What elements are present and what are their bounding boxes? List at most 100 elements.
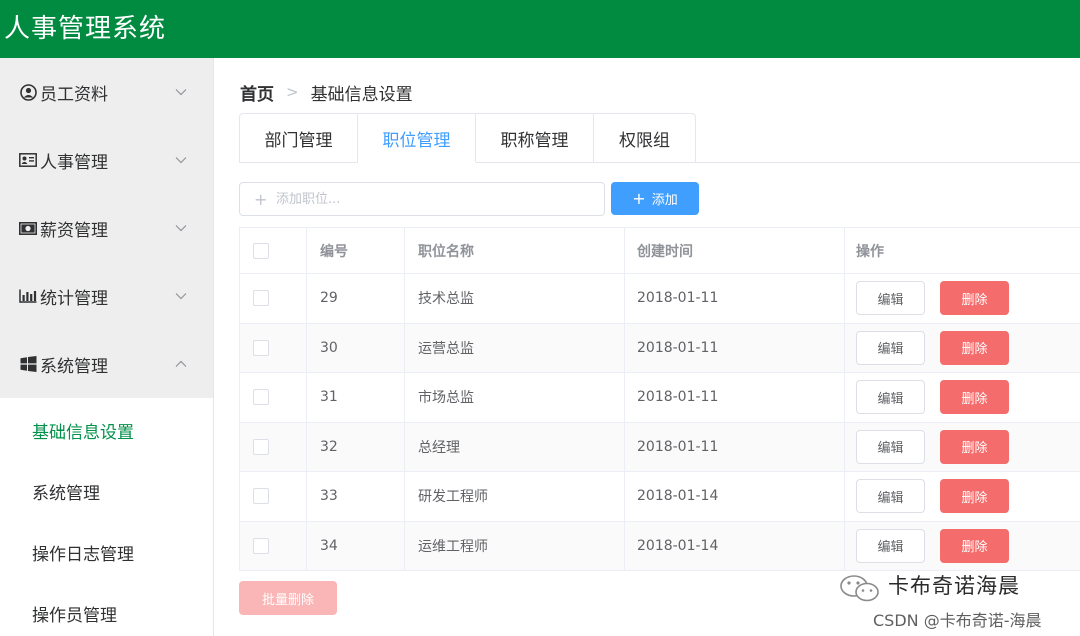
row-created: 2018-01-11 — [625, 274, 845, 323]
delete-button[interactable]: 删除 — [940, 380, 1009, 415]
row-ops: 编辑 删除 — [845, 324, 1080, 373]
menu-group-label: 员工资料 — [40, 85, 108, 105]
header-ops: 操作 — [856, 243, 884, 260]
edit-button[interactable]: 编辑 — [856, 479, 925, 514]
menu-group-label: 薪资管理 — [40, 221, 108, 241]
menu-group-label: 系统管理 — [40, 357, 108, 377]
windows-icon — [19, 356, 37, 372]
submenu-label: 操作员管理 — [32, 606, 117, 626]
plus-icon: + — [632, 189, 646, 208]
tab-position[interactable]: 职位管理 — [358, 113, 476, 163]
app-header: 人事管理系统 — [0, 0, 1080, 58]
header-check-cell — [240, 228, 307, 273]
tab-label: 职称管理 — [500, 130, 569, 151]
row-check-cell — [240, 472, 307, 521]
delete-button[interactable]: 删除 — [940, 528, 1009, 563]
row-checkbox[interactable] — [253, 339, 269, 356]
watermark-name: 卡布奇诺海晨 — [888, 574, 1020, 598]
row-check-cell — [240, 373, 307, 422]
header-created: 创建时间 — [625, 228, 845, 273]
row-id: 30 — [307, 323, 405, 372]
select-all-checkbox[interactable] — [253, 242, 269, 259]
row-ops: 编辑 删除 — [845, 522, 1080, 571]
table-row: 32 总经理 2018-01-11 编辑 删除 — [240, 422, 1080, 472]
sidebar: 员工资料 人事管理 薪资管理 统计管理 系统管理 基础信息设置 系统管理 操作日… — [0, 58, 214, 636]
table-row: 30 运营总监 2018-01-11 编辑 删除 — [240, 323, 1080, 373]
row-id: 32 — [307, 422, 405, 471]
row-ops: 编辑 删除 — [845, 423, 1080, 472]
chevron-down-icon — [174, 220, 188, 234]
row-checkbox[interactable] — [253, 537, 269, 554]
menu-group-system[interactable]: 系统管理 — [0, 330, 213, 398]
row-created: 2018-01-11 — [625, 323, 845, 372]
row-check-cell — [240, 422, 307, 471]
table-row: 31 市场总监 2018-01-11 编辑 删除 — [240, 373, 1080, 423]
positions-table: 编号 职位名称 创建时间 操作 29 技术总监 2018-01-11 编辑 删除… — [239, 227, 1080, 571]
breadcrumb-home[interactable]: 首页 — [240, 80, 274, 105]
row-id: 33 — [307, 472, 405, 521]
chevron-down-icon — [174, 288, 188, 302]
menu-group-employee[interactable]: 员工资料 — [0, 58, 213, 126]
row-check-cell — [240, 521, 307, 570]
user-circle-icon — [19, 83, 37, 101]
edit-button[interactable]: 编辑 — [856, 528, 925, 563]
submenu-basic-info[interactable]: 基础信息设置 — [0, 399, 213, 460]
row-checkbox[interactable] — [253, 290, 269, 307]
tab-department[interactable]: 部门管理 — [239, 113, 358, 163]
delete-button[interactable]: 删除 — [940, 479, 1009, 514]
row-check-cell — [240, 323, 307, 372]
row-created: 2018-01-14 — [625, 472, 845, 521]
row-name: 运营总监 — [405, 323, 625, 372]
row-name: 市场总监 — [405, 373, 625, 422]
wechat-icon — [838, 573, 882, 603]
row-name: 总经理 — [405, 422, 625, 471]
table-row: 33 研发工程师 2018-01-14 编辑 删除 — [240, 472, 1080, 522]
delete-button[interactable]: 删除 — [940, 429, 1009, 464]
header-id: 编号 — [307, 228, 405, 273]
submenu-label: 基础信息设置 — [32, 423, 134, 443]
tab-permission-group[interactable]: 权限组 — [594, 113, 696, 163]
add-position-input[interactable] — [276, 188, 586, 210]
tab-label: 部门管理 — [264, 130, 333, 151]
menu-group-hr[interactable]: 人事管理 — [0, 126, 213, 194]
chevron-down-icon — [174, 152, 188, 166]
row-checkbox[interactable] — [253, 389, 269, 406]
tab-title[interactable]: 职称管理 — [476, 113, 594, 163]
row-checkbox[interactable] — [253, 488, 269, 505]
menu-group-label: 统计管理 — [40, 289, 108, 309]
row-check-cell — [240, 274, 307, 323]
submenu-operators[interactable]: 操作员管理 — [0, 582, 213, 636]
delete-button[interactable]: 删除 — [940, 281, 1009, 316]
table-header-row: 编号 职位名称 创建时间 操作 — [240, 228, 1080, 274]
add-position-field[interactable]: + — [239, 182, 605, 216]
menu-group-statistics[interactable]: 统计管理 — [0, 262, 213, 330]
money-icon — [19, 220, 37, 236]
app-title: 人事管理系统 — [4, 14, 167, 44]
chevron-up-icon — [174, 356, 188, 370]
row-created: 2018-01-11 — [625, 373, 845, 422]
edit-button[interactable]: 编辑 — [856, 380, 925, 415]
row-name: 运维工程师 — [405, 521, 625, 570]
edit-button[interactable]: 编辑 — [856, 330, 925, 365]
submenu-operation-log[interactable]: 操作日志管理 — [0, 521, 213, 582]
delete-button[interactable]: 删除 — [940, 330, 1009, 365]
id-card-icon — [19, 152, 37, 168]
batch-delete-button[interactable]: 批量删除 — [239, 581, 337, 615]
edit-button[interactable]: 编辑 — [856, 429, 925, 464]
chevron-down-icon — [174, 84, 188, 98]
row-name: 技术总监 — [405, 274, 625, 323]
row-name: 研发工程师 — [405, 472, 625, 521]
plus-icon: + — [254, 190, 268, 209]
row-id: 29 — [307, 274, 405, 323]
row-checkbox[interactable] — [253, 438, 269, 455]
add-button[interactable]: + 添加 — [611, 182, 699, 215]
tab-label: 职位管理 — [382, 130, 451, 151]
table-row: 29 技术总监 2018-01-11 编辑 删除 — [240, 274, 1080, 324]
edit-button[interactable]: 编辑 — [856, 281, 925, 316]
breadcrumb-separator-icon: > — [286, 83, 299, 101]
row-id: 34 — [307, 521, 405, 570]
watermark-csdn: CSDN @卡布奇诺-海晨 — [873, 611, 1042, 630]
row-created: 2018-01-14 — [625, 521, 845, 570]
menu-group-salary[interactable]: 薪资管理 — [0, 194, 213, 262]
submenu-system[interactable]: 系统管理 — [0, 460, 213, 521]
